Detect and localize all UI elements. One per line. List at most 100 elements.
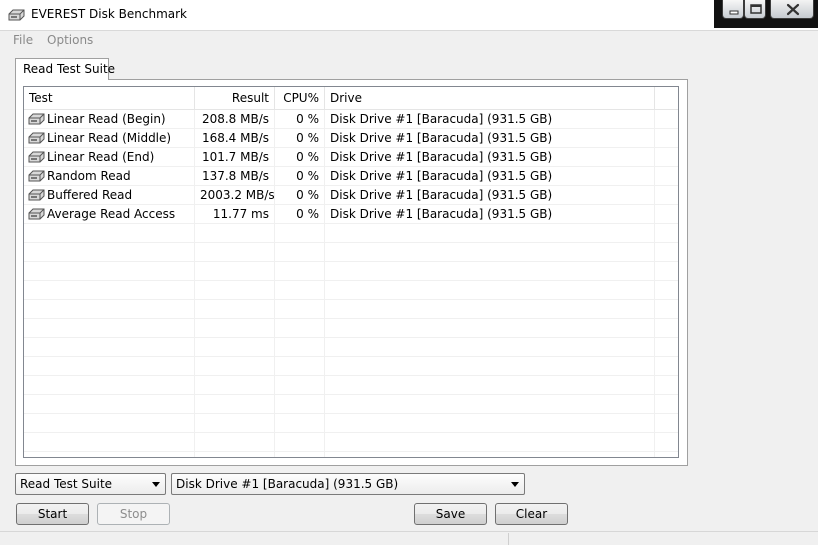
test-suite-value: Read Test Suite bbox=[20, 477, 113, 491]
table-row-empty bbox=[24, 281, 678, 300]
stop-button[interactable]: Stop bbox=[97, 503, 170, 525]
cell-drive bbox=[325, 300, 655, 319]
cell-drive bbox=[325, 319, 655, 338]
table-row[interactable]: Average Read Access 11.77 ms 0 % Disk Drive… bbox=[24, 205, 678, 224]
cell-filler bbox=[655, 395, 678, 414]
cell-cpu bbox=[275, 376, 325, 395]
cell-filler bbox=[655, 433, 678, 452]
cell-drive bbox=[325, 357, 655, 376]
cell-test bbox=[24, 376, 195, 395]
cell-result bbox=[195, 433, 275, 452]
cell-test bbox=[24, 281, 195, 300]
cell-drive: Disk Drive #1 [Baracuda] (931.5 GB) bbox=[325, 186, 655, 205]
chevron-down-icon bbox=[152, 482, 160, 487]
cell-filler bbox=[655, 319, 678, 338]
cell-filler bbox=[655, 224, 678, 243]
status-separator bbox=[508, 533, 509, 545]
cell-drive: Disk Drive #1 [Baracuda] (931.5 GB) bbox=[325, 167, 655, 186]
table-row-empty bbox=[24, 319, 678, 338]
cell-cpu bbox=[275, 281, 325, 300]
cell-cpu bbox=[275, 433, 325, 452]
cell-test bbox=[24, 243, 195, 262]
menu-options[interactable]: Options bbox=[47, 33, 93, 47]
hard-drive-icon bbox=[28, 151, 45, 162]
cell-drive bbox=[325, 395, 655, 414]
test-name: Average Read Access bbox=[47, 207, 176, 221]
table-row-empty bbox=[24, 433, 678, 452]
results-table: Test Result CPU% Drive Linear Read (Begi… bbox=[23, 86, 679, 458]
hard-drive-icon bbox=[8, 9, 25, 21]
save-button[interactable]: Save bbox=[414, 503, 487, 525]
cell-test bbox=[24, 262, 195, 281]
minimize-button[interactable] bbox=[722, 0, 744, 19]
test-suite-select[interactable]: Read Test Suite bbox=[15, 473, 166, 495]
chevron-down-icon bbox=[511, 482, 519, 487]
column-header-result[interactable]: Result bbox=[195, 87, 275, 109]
cell-test bbox=[24, 433, 195, 452]
table-row-empty bbox=[24, 262, 678, 281]
clear-button[interactable]: Clear bbox=[495, 503, 568, 525]
cell-drive bbox=[325, 376, 655, 395]
column-header-cpu[interactable]: CPU% bbox=[275, 87, 325, 109]
cell-result bbox=[195, 414, 275, 433]
cell-result: 137.8 MB/s bbox=[195, 167, 275, 186]
menu-file[interactable]: File bbox=[13, 33, 33, 47]
close-icon bbox=[786, 3, 800, 16]
cell-filler bbox=[655, 186, 678, 205]
cell-result: 101.7 MB/s bbox=[195, 148, 275, 167]
table-row-empty bbox=[24, 357, 678, 376]
table-row[interactable]: Linear Read (End) 101.7 MB/s 0 % Disk Drive… bbox=[24, 148, 678, 167]
close-button[interactable] bbox=[770, 0, 814, 19]
cell-drive bbox=[325, 452, 655, 457]
cell-test: Linear Read (Begin) bbox=[24, 110, 195, 129]
test-name: Random Read bbox=[47, 169, 131, 183]
test-name: Buffered Read bbox=[47, 188, 133, 202]
cell-test bbox=[24, 452, 195, 457]
cell-cpu bbox=[275, 357, 325, 376]
hard-drive-icon bbox=[28, 170, 45, 181]
table-row[interactable]: Random Read 137.8 MB/s 0 % Disk Drive #1 [B… bbox=[24, 167, 678, 186]
cell-cpu: 0 % bbox=[275, 205, 325, 224]
cell-test bbox=[24, 414, 195, 433]
cell-test: Linear Read (Middle) bbox=[24, 129, 195, 148]
table-header: Test Result CPU% Drive bbox=[24, 87, 678, 110]
cell-cpu: 0 % bbox=[275, 110, 325, 129]
column-header-drive[interactable]: Drive bbox=[325, 87, 655, 109]
drive-select[interactable]: Disk Drive #1 [Baracuda] (931.5 GB) bbox=[171, 473, 525, 495]
cell-cpu bbox=[275, 243, 325, 262]
tab-read-test-suite[interactable]: Read Test Suite bbox=[15, 58, 115, 80]
table-body: Linear Read (Begin) 208.8 MB/s 0 % Disk Dri… bbox=[24, 110, 678, 457]
test-name: Linear Read (Middle) bbox=[47, 131, 172, 145]
cell-drive: Disk Drive #1 [Baracuda] (931.5 GB) bbox=[325, 110, 655, 129]
table-row-empty bbox=[24, 414, 678, 433]
cell-drive bbox=[325, 262, 655, 281]
cell-cpu bbox=[275, 414, 325, 433]
hard-drive-icon bbox=[28, 208, 45, 219]
table-row-empty bbox=[24, 338, 678, 357]
maximize-button[interactable] bbox=[744, 0, 766, 19]
cell-filler bbox=[655, 148, 678, 167]
table-row[interactable]: Buffered Read 2003.2 MB/s 0 % Disk Drive #1… bbox=[24, 186, 678, 205]
start-button[interactable]: Start bbox=[16, 503, 89, 525]
cell-result bbox=[195, 262, 275, 281]
cell-result: 208.8 MB/s bbox=[195, 110, 275, 129]
cell-test: Buffered Read bbox=[24, 186, 195, 205]
cell-cpu: 0 % bbox=[275, 148, 325, 167]
cell-test: Linear Read (End) bbox=[24, 148, 195, 167]
cell-cpu: 0 % bbox=[275, 186, 325, 205]
table-row[interactable]: Linear Read (Begin) 208.8 MB/s 0 % Disk Dri… bbox=[24, 110, 678, 129]
table-row-empty bbox=[24, 452, 678, 457]
cell-filler bbox=[655, 376, 678, 395]
cell-cpu bbox=[275, 319, 325, 338]
cell-test: Random Read bbox=[24, 167, 195, 186]
table-row-empty bbox=[24, 224, 678, 243]
table-row[interactable]: Linear Read (Middle) 168.4 MB/s 0 % Disk Dr… bbox=[24, 129, 678, 148]
cell-drive: Disk Drive #1 [Baracuda] (931.5 GB) bbox=[325, 205, 655, 224]
column-header-test[interactable]: Test bbox=[24, 87, 195, 109]
cell-filler bbox=[655, 338, 678, 357]
cell-test bbox=[24, 319, 195, 338]
cell-test bbox=[24, 338, 195, 357]
window-title: EVEREST Disk Benchmark bbox=[31, 7, 187, 21]
drive-value: Disk Drive #1 [Baracuda] (931.5 GB) bbox=[176, 477, 399, 491]
cell-filler bbox=[655, 167, 678, 186]
